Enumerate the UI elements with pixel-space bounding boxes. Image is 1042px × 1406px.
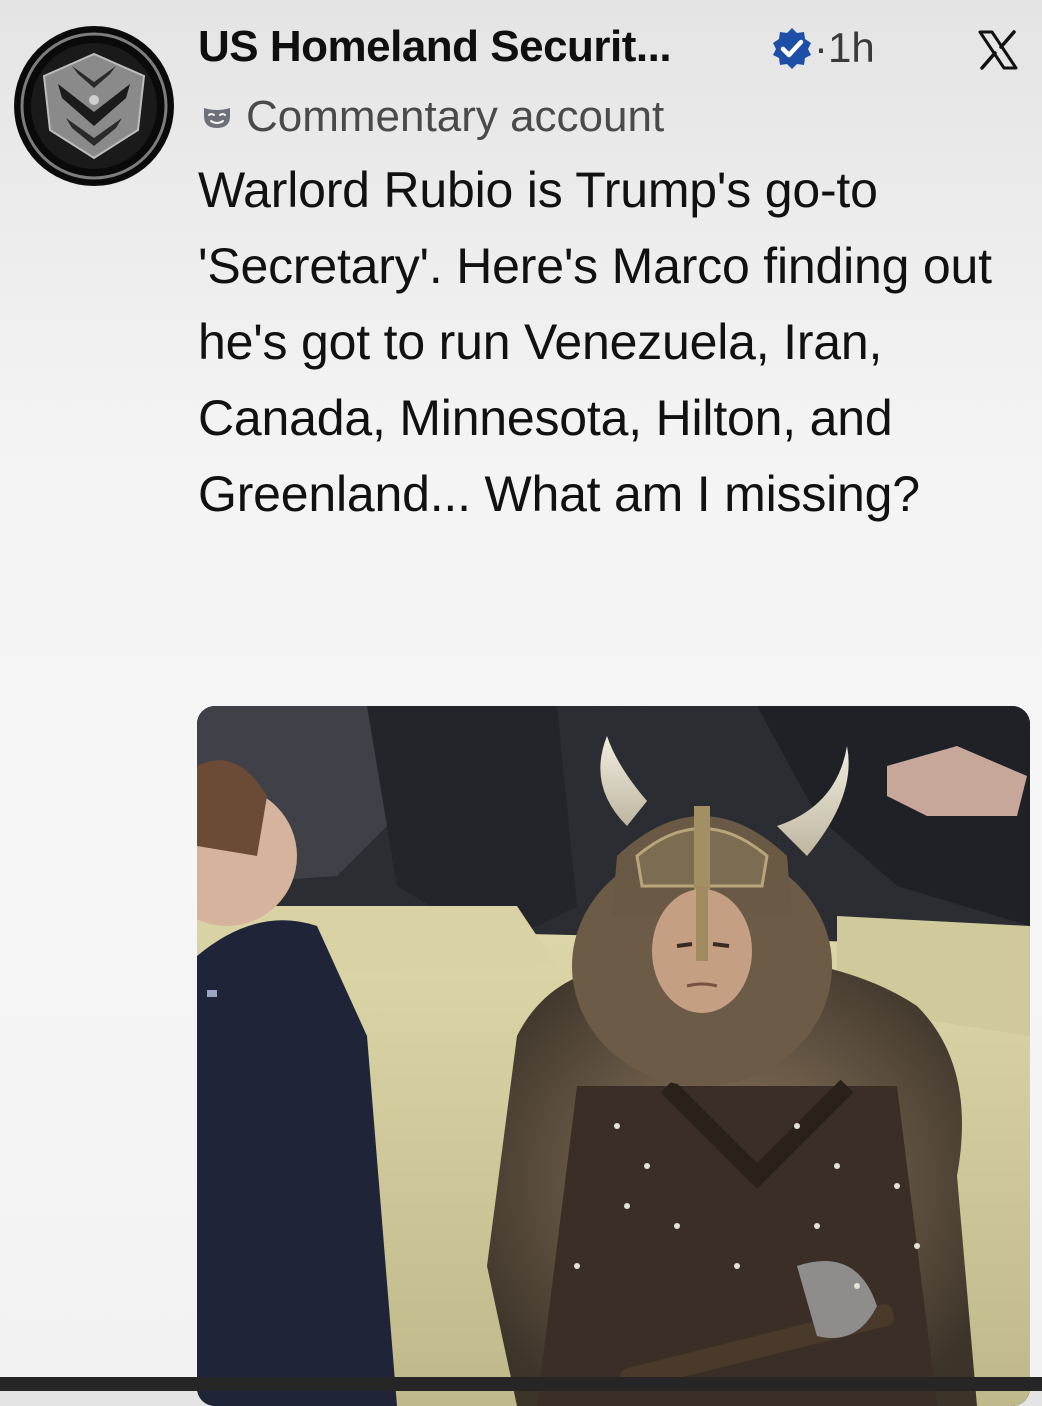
post-image[interactable] <box>197 706 1030 1406</box>
x-logo-icon[interactable] <box>976 28 1020 72</box>
photo-viking-helmet-man-on-couch <box>197 706 1030 1406</box>
mask-icon <box>204 108 230 128</box>
post-header: US Homeland Securit... ·1h <box>198 16 1038 76</box>
verified-badge-icon <box>773 28 811 69</box>
bottom-edge <box>0 1377 1042 1391</box>
avatar[interactable] <box>14 26 174 186</box>
time-separator: · <box>814 24 828 71</box>
author-name[interactable]: US Homeland Securit... <box>198 22 672 72</box>
time-value: 1h <box>828 24 875 71</box>
commentary-label: Commentary account <box>246 92 665 141</box>
shield-eagle-logo <box>16 28 172 184</box>
post-text: Warlord Rubio is Trump's go-to 'Secretar… <box>198 162 992 522</box>
post-time[interactable]: ·1h <box>814 24 875 72</box>
